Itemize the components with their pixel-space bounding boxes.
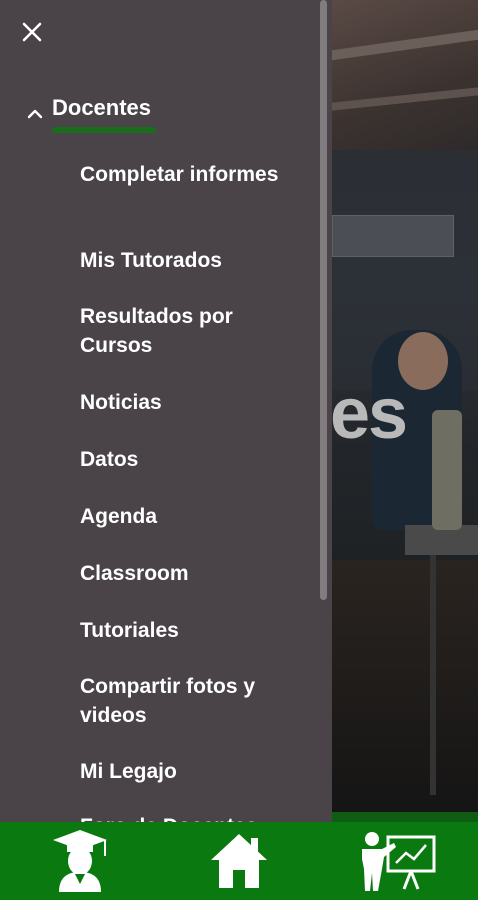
navigation-drawer: Docentes Completar informes Mis Tutorado… <box>0 0 332 822</box>
menu-item-agenda[interactable]: Agenda <box>80 502 310 531</box>
teacher-board-icon <box>362 832 436 891</box>
ceiling <box>332 0 478 150</box>
window <box>332 215 454 257</box>
chevron-up-icon <box>27 109 43 119</box>
home-icon <box>210 834 267 888</box>
green-strip <box>332 812 478 822</box>
nav-teacher-button[interactable] <box>358 826 438 896</box>
bottle <box>432 410 462 530</box>
hero-title-partial: es <box>330 374 408 454</box>
close-icon <box>22 22 42 42</box>
menu-item-mi-legajo[interactable]: Mi Legajo <box>80 757 310 786</box>
section-toggle-docentes[interactable]: Docentes <box>26 95 157 133</box>
graduate-icon <box>52 830 107 892</box>
menu-item-completar-informes[interactable]: Completar informes <box>80 160 300 189</box>
menu-item-datos[interactable]: Datos <box>80 445 310 474</box>
floor <box>332 560 478 822</box>
menu-item-classroom[interactable]: Classroom <box>80 559 310 588</box>
menu-item-tutoriales[interactable]: Tutoriales <box>80 616 310 645</box>
section-title: Docentes <box>52 95 157 133</box>
menu-item-foro-de-docentes[interactable]: Foro de Docentes <box>80 812 310 822</box>
close-button[interactable] <box>18 18 46 46</box>
nav-graduate-button[interactable] <box>40 826 120 896</box>
menu-item-noticias[interactable]: Noticias <box>80 388 310 417</box>
menu-item-mis-tutorados[interactable]: Mis Tutorados <box>80 246 310 275</box>
table-leg <box>430 555 436 795</box>
menu-item-compartir-fotos-y-videos[interactable]: Compartir fotos y videos <box>80 672 280 730</box>
nav-home-button[interactable] <box>199 826 279 896</box>
drawer-scrollbar[interactable] <box>320 0 327 600</box>
bottom-navigation <box>0 822 478 900</box>
menu-item-resultados-por-cursos[interactable]: Resultados por Cursos <box>80 302 270 360</box>
